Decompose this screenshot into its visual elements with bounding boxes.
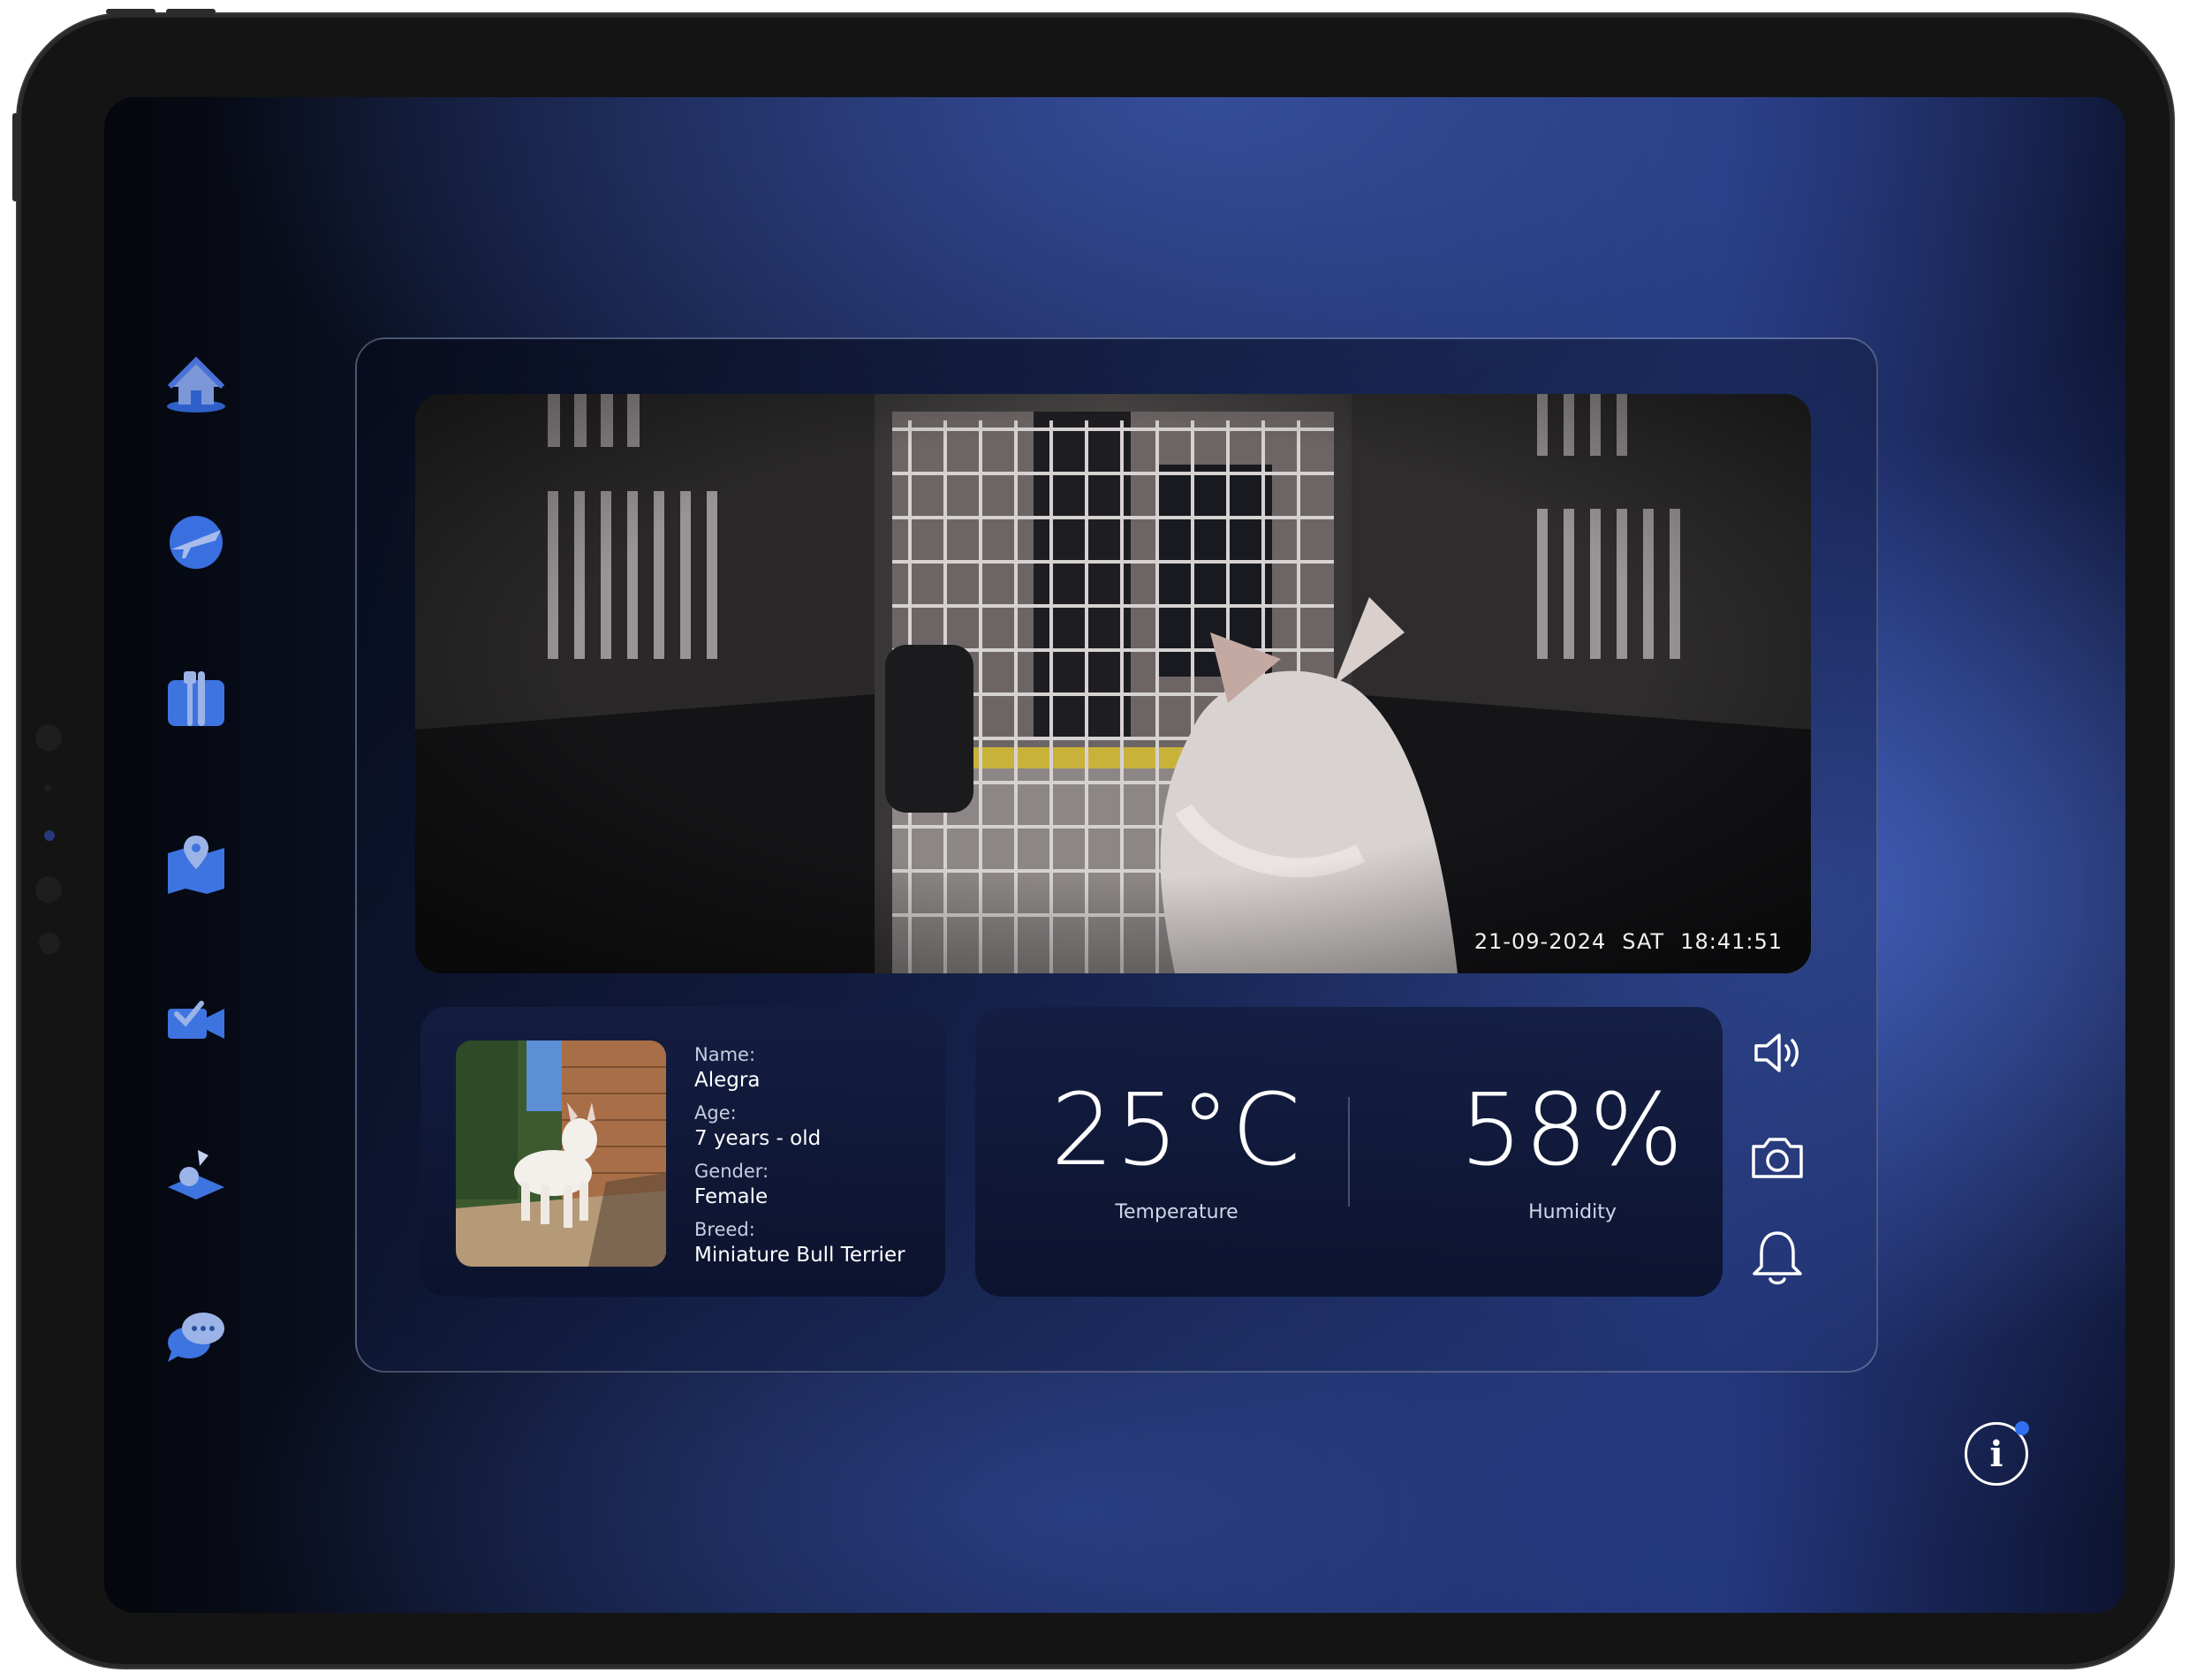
nav-play[interactable]	[154, 1134, 239, 1219]
temperature-label: Temperature	[1115, 1201, 1238, 1223]
nav-map[interactable]	[154, 821, 239, 906]
toys-icon	[168, 1150, 224, 1199]
nav-flight[interactable]	[154, 500, 239, 585]
live-video-feed[interactable]: 21-09-2024 SAT 18:41:51	[415, 394, 1811, 973]
tablet-frame: 21-09-2024 SAT 18:41:51 Name: Alegra Age…	[12, 9, 2173, 1668]
snapshot-button[interactable]	[1746, 1125, 1809, 1189]
notification-dot	[2015, 1421, 2029, 1435]
timestamp-time: 18:41:51	[1680, 929, 1783, 954]
humidity-label: Humidity	[1528, 1201, 1617, 1223]
power-button	[12, 113, 18, 201]
map-pin-icon	[168, 836, 224, 894]
front-camera	[44, 830, 55, 841]
pet-gender-label: Gender:	[694, 1161, 769, 1182]
bell-icon	[1753, 1231, 1802, 1285]
volume-button-top-2	[166, 9, 216, 14]
metric-divider	[1348, 1097, 1350, 1207]
chat-icon	[168, 1313, 224, 1362]
main-panel: 21-09-2024 SAT 18:41:51 Name: Alegra Age…	[355, 337, 1878, 1373]
camera-icon	[1752, 1138, 1803, 1178]
sensor-dot	[39, 933, 60, 954]
airplane-icon	[170, 516, 223, 569]
info-button[interactable]: i	[1965, 1421, 2029, 1486]
sensor-dot	[35, 876, 62, 903]
sensor-dot	[44, 784, 51, 791]
pet-gender: Female	[694, 1185, 769, 1208]
nav-home[interactable]	[154, 344, 239, 429]
pet-details: Name: Alegra Age: 7 years - old Gender: …	[694, 1042, 905, 1275]
pet-photo	[456, 1041, 666, 1267]
pet-breed: Miniature Bull Terrier	[694, 1244, 905, 1267]
food-icon	[168, 671, 224, 726]
speaker-icon	[1754, 1033, 1799, 1072]
pet-breed-label: Breed:	[694, 1219, 755, 1240]
timestamp-day: SAT	[1622, 929, 1665, 954]
video-camera-icon	[168, 1001, 224, 1039]
nav-chat[interactable]	[154, 1293, 239, 1378]
video-frame-image	[415, 394, 1811, 973]
home-icon	[167, 356, 225, 412]
screen: 21-09-2024 SAT 18:41:51 Name: Alegra Age…	[104, 97, 2125, 1613]
temperature-value: 25°C	[1050, 1073, 1303, 1188]
temperature-metric: 25°C Temperature	[1018, 1078, 1336, 1223]
humidity-metric: 58% Humidity	[1413, 1078, 1731, 1223]
pet-photo-image	[456, 1041, 666, 1267]
environment-card: 25°C Temperature 58% Humidity	[975, 1007, 1723, 1297]
pet-name: Alegra	[694, 1069, 761, 1092]
sound-button[interactable]	[1746, 1021, 1809, 1085]
pet-age: 7 years - old	[694, 1127, 822, 1150]
timestamp-date: 21-09-2024	[1473, 929, 1607, 954]
volume-button-top	[106, 9, 155, 14]
alert-button[interactable]	[1746, 1226, 1809, 1290]
nav-food[interactable]	[154, 657, 239, 742]
nav-camera[interactable]	[154, 977, 239, 1062]
pet-name-label: Name:	[694, 1044, 756, 1065]
humidity-value: 58%	[1459, 1073, 1685, 1188]
pet-profile-card: Name: Alegra Age: 7 years - old Gender: …	[420, 1007, 945, 1297]
info-icon: i	[1989, 1433, 2003, 1475]
pet-age-label: Age:	[694, 1102, 737, 1124]
video-timestamp: 21-09-2024 SAT 18:41:51	[1474, 929, 1783, 954]
sensor-dot	[35, 724, 62, 751]
